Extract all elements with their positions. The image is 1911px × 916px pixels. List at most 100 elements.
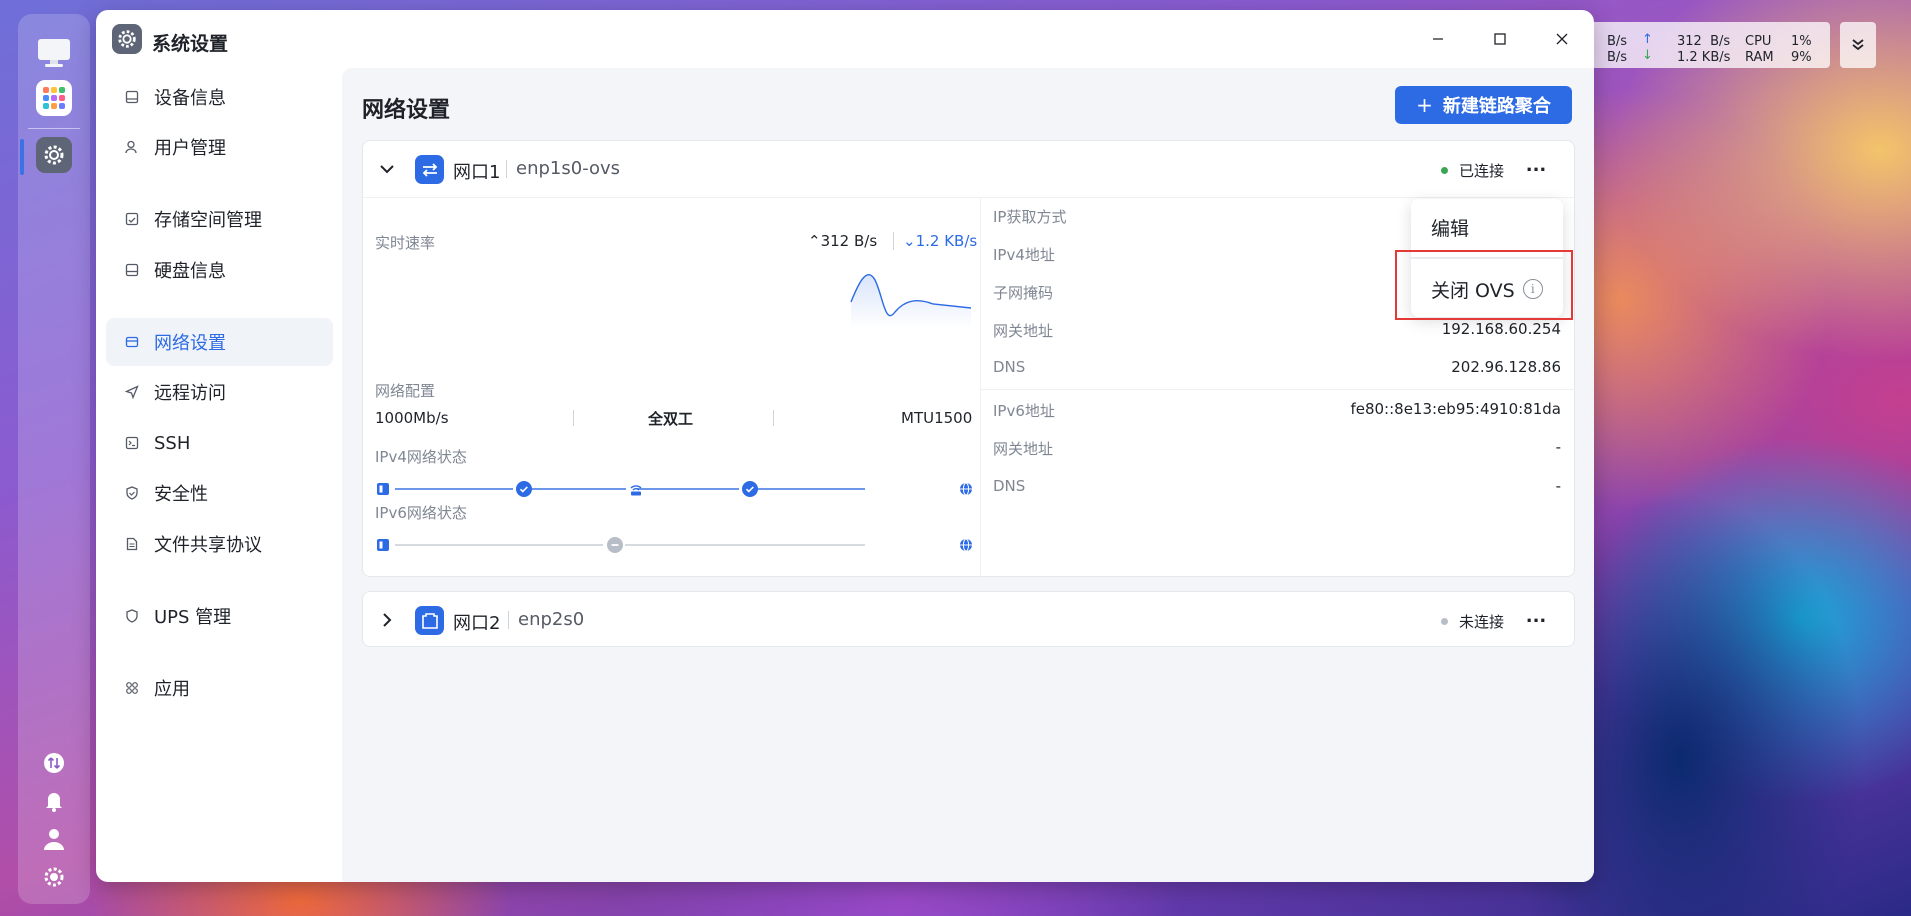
- ups-icon: [124, 608, 140, 624]
- minimize-icon: [1433, 38, 1443, 40]
- network-icon: [124, 334, 140, 350]
- sidebar-item-user-management[interactable]: 用户管理: [106, 123, 333, 171]
- sidebar-item-device-info[interactable]: 设备信息: [106, 73, 333, 121]
- sidebar-item-ups[interactable]: UPS 管理: [106, 592, 333, 640]
- terminal-icon: [124, 435, 140, 451]
- sidebar-item-file-sharing[interactable]: 文件共享协议: [106, 520, 333, 568]
- ipv6-dns-row: DNS -: [993, 477, 1561, 495]
- active-indicator: [20, 139, 24, 175]
- menu-item-label: 编辑: [1431, 217, 1470, 240]
- chevron-down-icon[interactable]: [377, 159, 397, 179]
- maximize-button[interactable]: [1488, 27, 1512, 51]
- traffic-sparkline: [850, 274, 972, 328]
- file-share-icon: [124, 536, 140, 552]
- link-speed: 1000Mb/s: [375, 409, 449, 427]
- sync-icon[interactable]: [41, 750, 67, 776]
- upload-arrow-icon: ↑: [1642, 32, 1653, 47]
- settings-icon[interactable]: [36, 137, 72, 173]
- storage-icon: [124, 211, 140, 227]
- title-bar: 系统设置: [96, 10, 1594, 68]
- app-settings-icon: [112, 24, 142, 54]
- divider: [981, 389, 1575, 390]
- chevron-up-icon: ⌃: [808, 232, 821, 250]
- port2-name: 网口2: [453, 613, 501, 634]
- disk-icon: [124, 262, 140, 278]
- port2-more-button[interactable]: ...: [1523, 608, 1549, 632]
- close-icon: [1556, 33, 1568, 45]
- sidebar-item-network[interactable]: 网络设置: [106, 318, 333, 366]
- mtu-value: MTU1500: [901, 409, 973, 427]
- ipv6-address-row: IPv6地址 fe80::8e13:eb95:4910:81da: [993, 400, 1561, 420]
- duplex-mode: 全双工: [648, 410, 694, 428]
- ipv4-link-segment: [755, 488, 865, 490]
- sidebar-item-remote-access[interactable]: 远程访问: [106, 368, 333, 416]
- menu-item-edit[interactable]: 编辑: [1411, 205, 1563, 249]
- port1-status: 已连接: [1441, 160, 1504, 181]
- ipv4-dns-row: DNS 202.96.128.86: [993, 358, 1561, 376]
- sidebar-item-ssh[interactable]: SSH: [106, 419, 333, 467]
- sidebar-item-label: 硬盘信息: [154, 261, 226, 282]
- sidebar-item-apps[interactable]: 应用: [106, 664, 333, 712]
- ipv4-gateway-row: 网关地址 192.168.60.254: [993, 320, 1561, 340]
- sidebar-item-label: 安全性: [154, 484, 208, 505]
- upload-speed: ⌃312 B/s: [808, 232, 878, 250]
- pending-icon: [606, 536, 623, 553]
- ram-value: 9%: [1791, 50, 1812, 65]
- chevron-right-icon[interactable]: [377, 610, 397, 630]
- sidebar-item-label: 用户管理: [154, 138, 226, 159]
- close-button[interactable]: [1550, 27, 1574, 51]
- gear-icon[interactable]: [41, 864, 67, 890]
- chevron-down-icon: ⌄: [903, 232, 916, 250]
- sidebar-item-storage[interactable]: 存储空间管理: [106, 195, 333, 243]
- minimize-button[interactable]: [1426, 27, 1450, 51]
- port2-header[interactable]: 网口2 enp2s0 未连接 ...: [363, 592, 1574, 648]
- globe-icon: [958, 537, 973, 552]
- ipv6-gateway-row: 网关地址 -: [993, 438, 1561, 458]
- port2-card[interactable]: 网口2 enp2s0 未连接 ...: [362, 591, 1575, 647]
- port1-more-button[interactable]: ...: [1523, 157, 1549, 181]
- bell-icon[interactable]: [41, 788, 67, 814]
- sidebar-item-label: SSH: [154, 432, 191, 454]
- download-speed: ⌄1.2 KB/s: [903, 232, 978, 250]
- port1-status-text: 已连接: [1459, 162, 1505, 180]
- highlight-box: [1395, 250, 1573, 320]
- settings-window: 系统设置 设备信息 用户管理 存储空间管理 硬盘信息 网络设置 远程访问 SSH…: [96, 10, 1594, 882]
- maximize-icon: [1494, 33, 1506, 45]
- sidebar-item-label: 设备信息: [154, 88, 226, 109]
- ram-label: RAM: [1745, 50, 1774, 65]
- port-transfer-icon: [415, 155, 444, 184]
- window-title: 系统设置: [152, 33, 229, 55]
- apps-icon: [124, 680, 140, 696]
- speed-label: 实时速率: [375, 234, 436, 252]
- collapse-monitor-button[interactable]: [1840, 22, 1876, 68]
- sidebar-item-security[interactable]: 安全性: [106, 469, 333, 517]
- port1-header[interactable]: 网口1 enp1s0-ovs 已连接 ...: [363, 141, 1574, 197]
- app-center-icon[interactable]: [36, 80, 72, 116]
- globe-icon: [958, 481, 973, 496]
- monitor-icon[interactable]: [36, 34, 72, 70]
- port1-card: 网口1 enp1s0-ovs 已连接 ... 实时速率 ⌃312 B/s ⌄1.…: [362, 140, 1575, 577]
- port1-name: 网口1: [453, 162, 501, 183]
- status-dot: [1441, 167, 1448, 174]
- shield-icon: [124, 485, 140, 501]
- dock-divider: [28, 128, 80, 129]
- router-icon: [627, 480, 644, 497]
- double-chevron-down-icon: [1852, 39, 1864, 51]
- divider: [773, 410, 774, 426]
- user-avatar-icon[interactable]: [41, 826, 67, 852]
- sidebar-item-label: 应用: [154, 679, 190, 700]
- sidebar-item-disk-info[interactable]: 硬盘信息: [106, 246, 333, 294]
- device-icon: [124, 89, 140, 105]
- port1-interface: enp1s0-ovs: [516, 158, 621, 179]
- divider: [506, 160, 507, 178]
- new-link-aggregation-button[interactable]: + 新建链路聚合: [1395, 86, 1572, 124]
- plus-icon: +: [1416, 93, 1433, 117]
- page-title: 网络设置: [362, 98, 451, 123]
- ethernet-port-icon: [415, 606, 444, 635]
- ipv4-status-label: IPv4网络状态: [375, 448, 467, 466]
- cpu-value: 1%: [1791, 34, 1812, 49]
- new-link-aggregation-label: 新建链路聚合: [1442, 96, 1551, 117]
- upload-rate: 312 B/s: [1677, 34, 1731, 49]
- port1-details: 实时速率 ⌃312 B/s ⌄1.2 KB/s 网络配置 1000Mb/s 全双…: [363, 197, 1575, 577]
- sidebar-item-label: 存储空间管理: [154, 210, 262, 231]
